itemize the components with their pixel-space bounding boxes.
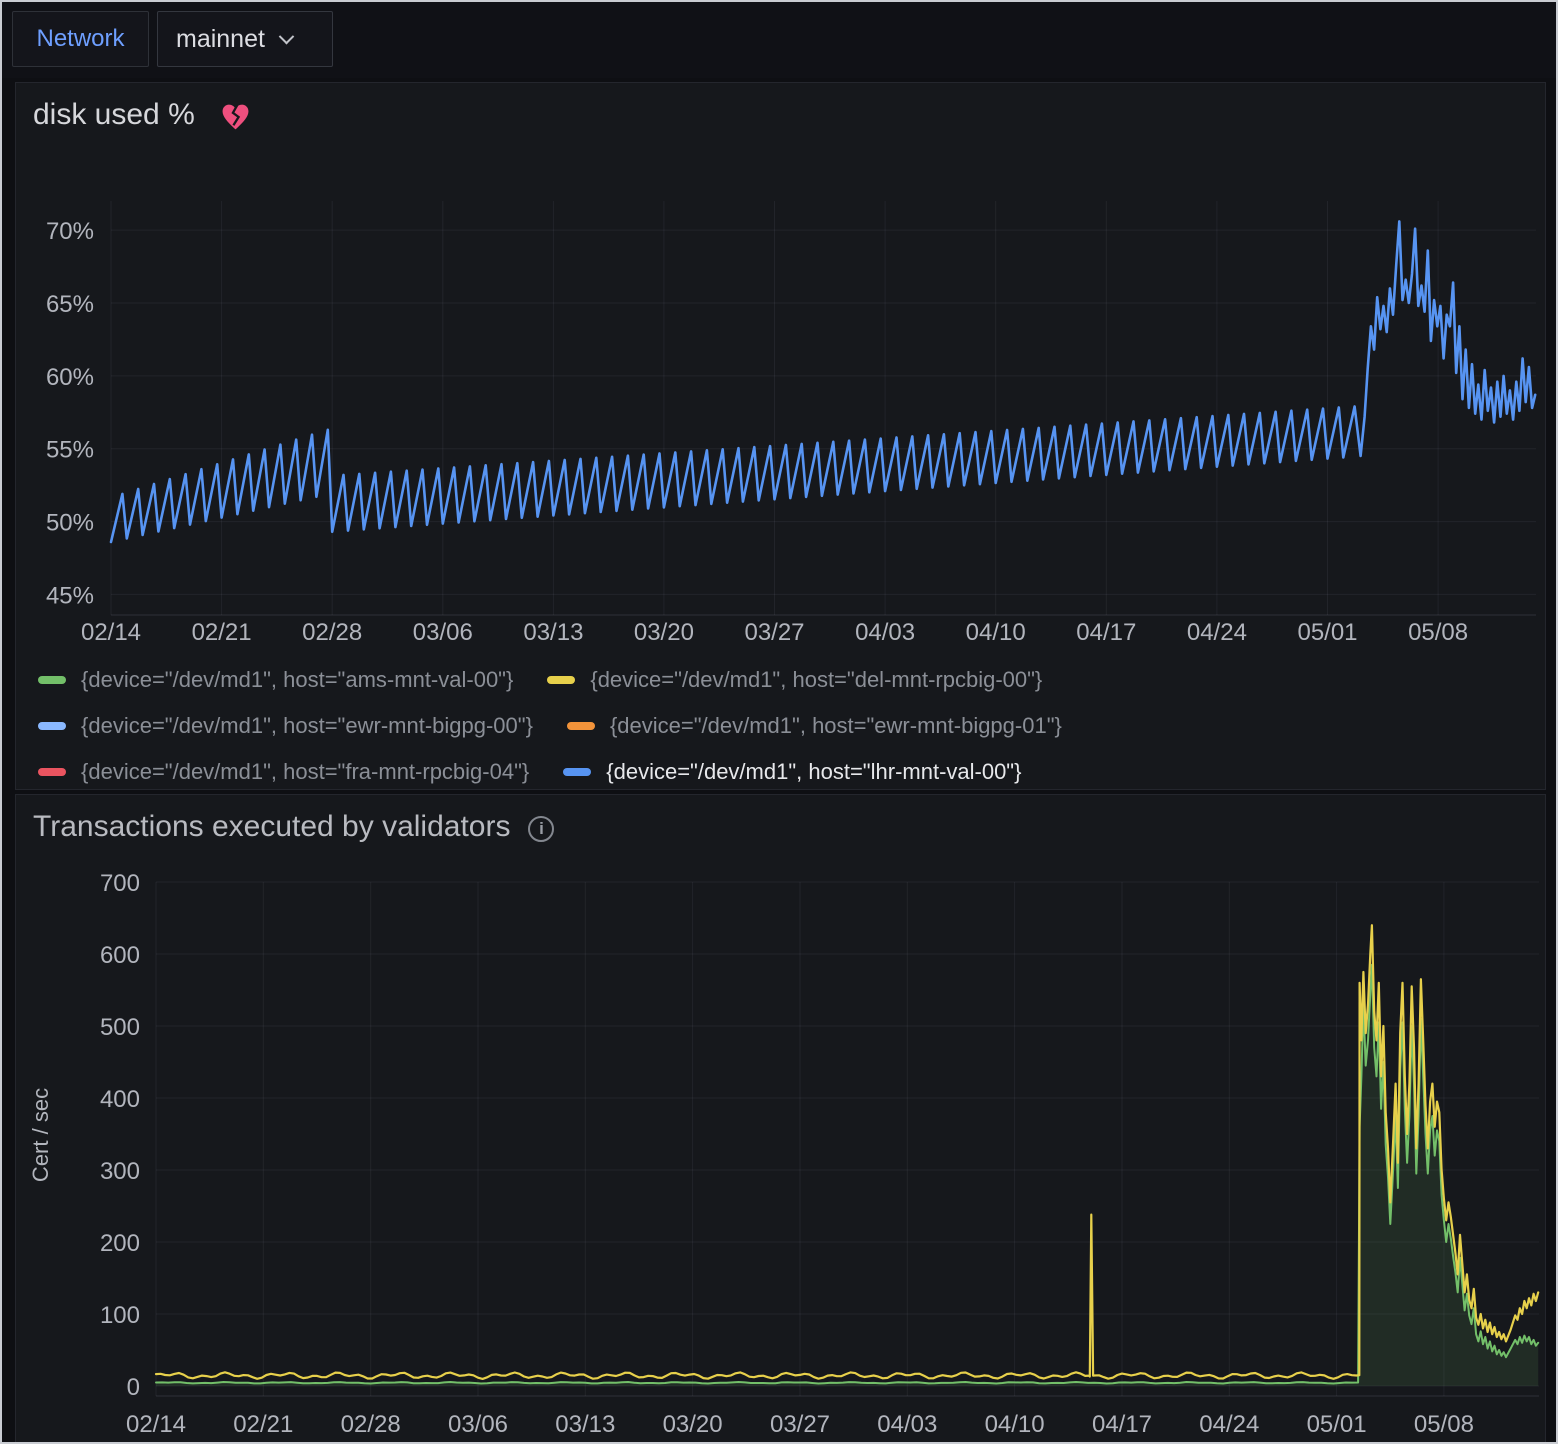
transactions-chart-plot[interactable]: 0 100 200 300 400 500 600 700 02/14 02/21 02/28 03/… (16, 795, 1547, 1444)
svg-text:04/03: 04/03 (855, 619, 915, 646)
svg-text:02/21: 02/21 (233, 1411, 293, 1438)
series-color-swatch (38, 768, 66, 776)
series-line-0 (156, 965, 1538, 1384)
series-color-swatch (38, 676, 66, 684)
legend-label: {device="/dev/md1", host="del-mnt-rpcbig… (590, 667, 1042, 693)
panel-transactions-header: Transactions executed by validators i (33, 795, 554, 859)
legend-label: {device="/dev/md1", host="ams-mnt-val-00… (81, 667, 513, 693)
svg-text:03/27: 03/27 (744, 619, 804, 646)
svg-text:05/08: 05/08 (1414, 1411, 1474, 1438)
variable-network-value-dropdown[interactable]: mainnet (157, 11, 333, 67)
svg-text:55%: 55% (46, 437, 94, 464)
svg-text:100: 100 (100, 1302, 140, 1329)
svg-text:45%: 45% (46, 582, 94, 609)
svg-text:03/20: 03/20 (663, 1411, 723, 1438)
legend-item-del-mnt-rpcbig-00[interactable]: {device="/dev/md1", host="del-mnt-rpcbig… (547, 667, 1042, 693)
legend-row: {device="/dev/md1", host="ewr-mnt-bigpg-… (38, 703, 1096, 749)
x-tick-labels: 02/14 02/21 02/28 03/06 03/13 03/20 03/27 04/03… (81, 619, 1468, 646)
legend-item-ewr-mnt-bigpg-00[interactable]: {device="/dev/md1", host="ewr-mnt-bigpg-… (38, 713, 533, 739)
svg-text:03/06: 03/06 (448, 1411, 508, 1438)
svg-text:04/10: 04/10 (985, 1411, 1045, 1438)
svg-text:60%: 60% (46, 364, 94, 391)
panel-transactions-executed: Transactions executed by validators i 0 1… (15, 794, 1546, 1444)
series-color-swatch (547, 676, 575, 684)
svg-text:04/24: 04/24 (1187, 619, 1247, 646)
svg-text:03/27: 03/27 (770, 1411, 830, 1438)
svg-text:04/24: 04/24 (1199, 1411, 1259, 1438)
svg-text:02/14: 02/14 (126, 1411, 186, 1438)
series-line-0 (111, 221, 1535, 542)
svg-text:04/10: 04/10 (966, 619, 1026, 646)
svg-text:03/13: 03/13 (555, 1411, 615, 1438)
info-icon-glyph: i (539, 819, 544, 839)
y-tick-labels: 45% 50% 55% 60% 65% 70% (46, 218, 94, 609)
svg-text:04/17: 04/17 (1076, 619, 1136, 646)
legend-item-fra-mnt-rpcbig-04[interactable]: {device="/dev/md1", host="fra-mnt-rpcbig… (38, 759, 529, 785)
legend-item-ewr-mnt-bigpg-01[interactable]: {device="/dev/md1", host="ewr-mnt-bigpg-… (567, 713, 1062, 739)
x-tick-labels: 02/14 02/21 02/28 03/06 03/13 03/20 03/27 04/03… (126, 1411, 1474, 1438)
chevron-down-icon (279, 28, 295, 44)
svg-text:400: 400 (100, 1086, 140, 1113)
svg-text:04/03: 04/03 (877, 1411, 937, 1438)
series-color-swatch (38, 722, 66, 730)
grid-lines (156, 882, 1539, 1396)
series-area-0 (156, 965, 1538, 1386)
series-color-swatch (563, 768, 591, 776)
panel-title-transactions[interactable]: Transactions executed by validators (33, 810, 510, 844)
panel-disk-used-header: disk used % (33, 83, 250, 147)
svg-text:600: 600 (100, 942, 140, 969)
legend-label: {device="/dev/md1", host="ewr-mnt-bigpg-… (81, 713, 533, 739)
svg-text:04/17: 04/17 (1092, 1411, 1152, 1438)
svg-text:03/20: 03/20 (634, 619, 694, 646)
broken-heart-icon (221, 103, 250, 131)
svg-text:03/13: 03/13 (523, 619, 583, 646)
svg-text:65%: 65% (46, 291, 94, 318)
series-line-1 (156, 925, 1538, 1379)
legend-item-ams-mnt-val-00[interactable]: {device="/dev/md1", host="ams-mnt-val-00… (38, 667, 513, 693)
series-color-swatch (567, 722, 595, 730)
svg-text:500: 500 (100, 1014, 140, 1041)
legend-row: {device="/dev/md1", host="ams-mnt-val-00… (38, 657, 1096, 703)
svg-text:50%: 50% (46, 510, 94, 537)
grafana-dashboard: Network mainnet disk used % 45% 50% 55% 60%… (0, 0, 1558, 1444)
svg-text:700: 700 (100, 870, 140, 897)
legend-row: {device="/dev/md1", host="fra-mnt-rpcbig… (38, 749, 1096, 795)
variable-network-label[interactable]: Network (12, 11, 149, 67)
info-icon[interactable]: i (528, 816, 554, 842)
svg-text:300: 300 (100, 1158, 140, 1185)
svg-text:03/06: 03/06 (413, 619, 473, 646)
panel-title-disk-used[interactable]: disk used % (33, 98, 195, 132)
legend-label: {device="/dev/md1", host="ewr-mnt-bigpg-… (610, 713, 1062, 739)
svg-text:05/01: 05/01 (1297, 619, 1357, 646)
svg-text:0: 0 (127, 1374, 140, 1401)
legend-label: {device="/dev/md1", host="fra-mnt-rpcbig… (81, 759, 529, 785)
panel-disk-used: disk used % 45% 50% 55% 60% 65% 70% 02/14 02/21… (15, 82, 1546, 790)
svg-text:05/08: 05/08 (1408, 619, 1468, 646)
y-tick-labels: 0 100 200 300 400 500 600 700 (100, 870, 140, 1401)
legend-item-lhr-mnt-val-00[interactable]: {device="/dev/md1", host="lhr-mnt-val-00… (563, 759, 1021, 785)
variable-network-label-text: Network (36, 25, 124, 53)
svg-text:70%: 70% (46, 218, 94, 245)
svg-text:05/01: 05/01 (1307, 1411, 1367, 1438)
legend-label: {device="/dev/md1", host="lhr-mnt-val-00… (606, 759, 1021, 785)
svg-text:02/28: 02/28 (302, 619, 362, 646)
svg-text:02/14: 02/14 (81, 619, 141, 646)
svg-text:02/21: 02/21 (192, 619, 252, 646)
dashboard-variables-bar: Network mainnet (2, 2, 1556, 78)
chart-legend: {device="/dev/md1", host="ams-mnt-val-00… (38, 657, 1096, 795)
svg-text:02/28: 02/28 (341, 1411, 401, 1438)
svg-text:200: 200 (100, 1230, 140, 1257)
variable-network-value-text: mainnet (176, 25, 265, 54)
y-axis-title: Cert / sec (28, 1088, 53, 1182)
